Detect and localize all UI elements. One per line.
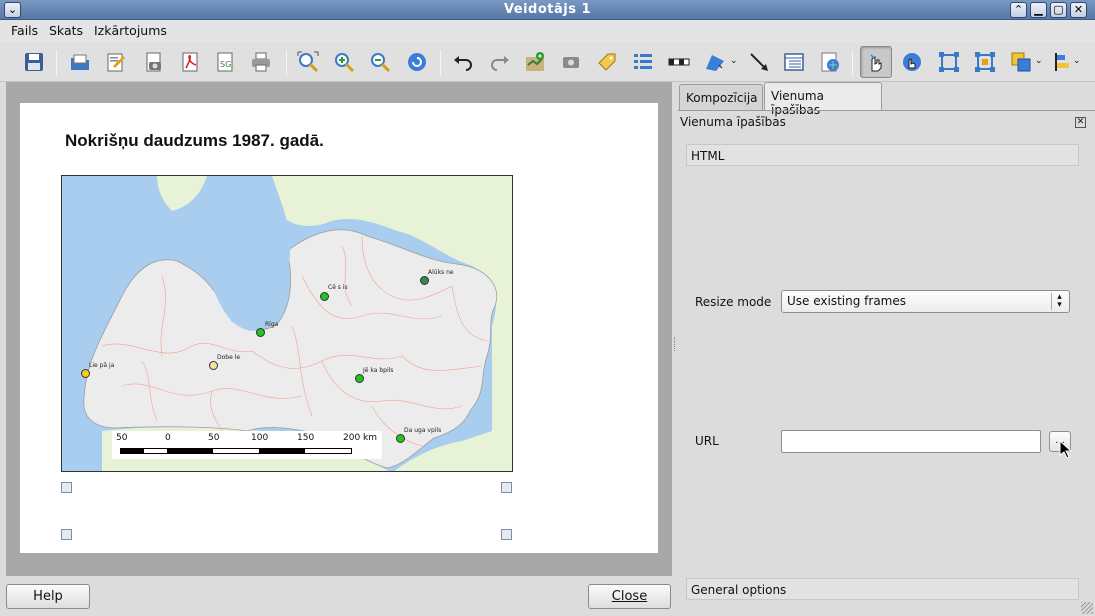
chevron-up-icon: ⌃ (1013, 3, 1024, 16)
print-icon[interactable] (247, 48, 275, 76)
add-legend-icon[interactable] (629, 48, 657, 76)
scalebar-tick: 50 (208, 433, 220, 443)
save-template-icon[interactable] (102, 48, 130, 76)
selection-handle[interactable] (501, 529, 512, 540)
composer-canvas[interactable]: Nokrišņu daudzums 1987. gadā. Alūks ne C… (6, 82, 672, 576)
select-arrows-icon: ▴ ▾ (1051, 293, 1067, 310)
close-icon: ✕ (1073, 3, 1084, 16)
item-properties-panel: Kompozīcija Vienuma īpašības Vienuma īpa… (678, 82, 1095, 616)
close-icon[interactable]: ✕ (1075, 117, 1086, 128)
select-move-icon[interactable] (860, 46, 892, 78)
close-button[interactable]: Close (588, 584, 671, 609)
refresh-icon[interactable] (403, 48, 431, 76)
window-title: Veidotājs 1 (503, 2, 592, 17)
maximize-button[interactable]: ▢ (1050, 2, 1067, 18)
url-input[interactable] (781, 430, 1041, 453)
city-label-aluksne: Alūks ne (428, 269, 454, 276)
window-titlebar: ⌄ Veidotājs 1 ⌃ ▁ ▢ ✕ (0, 0, 1095, 20)
city-label-daugavpils: Da uga vpils (404, 427, 442, 434)
add-map-icon[interactable] (521, 48, 549, 76)
open-template-icon[interactable] (66, 48, 94, 76)
export-image-icon[interactable] (140, 48, 168, 76)
menu-fails[interactable]: Fails (11, 23, 38, 38)
composition-title[interactable]: Nokrišņu daudzums 1987. gadā. (65, 131, 324, 151)
add-label-icon[interactable] (593, 48, 621, 76)
align-items-dropdown[interactable]: ⌄ (1073, 56, 1081, 66)
mouse-cursor-icon (1059, 439, 1073, 459)
city-marker-liepaja (81, 369, 90, 378)
ungroup-icon[interactable] (971, 48, 999, 76)
map-item[interactable]: Alūks ne Cē s is Rīga Dobe le Lie pā ja … (61, 175, 513, 472)
scalebar-bar (120, 448, 352, 454)
zoom-in-icon[interactable] (330, 48, 358, 76)
tab-composition[interactable]: Kompozīcija (679, 84, 763, 110)
scalebar-tick: 0 (165, 433, 171, 443)
city-marker-riga (256, 328, 265, 337)
save-icon[interactable] (20, 48, 48, 76)
composition-page[interactable]: Nokrišņu daudzums 1987. gadā. Alūks ne C… (20, 103, 658, 553)
svg-text:SG: SG (220, 60, 231, 69)
menu-izkartojums[interactable]: Izkārtojums (94, 23, 167, 38)
minimize-button[interactable]: ▁ (1030, 2, 1047, 18)
city-marker-cesis (320, 292, 329, 301)
export-pdf-icon[interactable] (176, 48, 204, 76)
resize-grip-icon[interactable] (1081, 602, 1093, 614)
raise-items-dropdown[interactable]: ⌄ (1035, 56, 1043, 66)
add-image-icon[interactable] (557, 48, 585, 76)
city-label-dobele: Dobe le (217, 354, 241, 361)
toolbar: SG ⌄ ⌄ ⌄ (0, 42, 1095, 82)
help-button[interactable]: Help (6, 584, 90, 609)
scalebar: 50 0 50 100 150 200 km (112, 431, 382, 459)
zoom-out-icon[interactable] (366, 48, 394, 76)
zoom-full-icon[interactable] (294, 48, 322, 76)
selection-handle[interactable] (61, 482, 72, 493)
url-label: URL (695, 434, 719, 448)
city-marker-dobele (209, 361, 218, 370)
close-window-button[interactable]: ✕ (1070, 2, 1087, 18)
section-html[interactable]: HTML (686, 144, 1079, 166)
redo-icon[interactable] (486, 48, 514, 76)
export-svg-icon[interactable]: SG (211, 48, 239, 76)
add-table-icon[interactable] (780, 48, 808, 76)
scalebar-tick: 150 (297, 433, 315, 443)
add-shape-dropdown[interactable]: ⌄ (730, 56, 738, 66)
city-label-liepaja: Lie pā ja (89, 362, 115, 369)
add-shape-icon[interactable] (701, 48, 729, 76)
group-icon[interactable] (935, 48, 963, 76)
tab-item-properties[interactable]: Vienuma īpašības (764, 82, 882, 117)
add-html-icon[interactable] (816, 48, 844, 76)
selection-handle[interactable] (501, 482, 512, 493)
city-marker-daugavpils (396, 434, 405, 443)
maximize-icon: ▢ (1053, 3, 1064, 16)
city-label-jekabpils: Jē ka bpils (363, 367, 394, 374)
city-marker-aluksne (420, 276, 429, 285)
resize-mode-select[interactable]: Use existing frames ▴ ▾ (781, 290, 1070, 313)
add-arrow-icon[interactable] (745, 48, 773, 76)
add-scalebar-icon[interactable] (665, 48, 693, 76)
raise-items-icon[interactable] (1007, 48, 1035, 76)
panel-header: Vienuma īpašības (680, 115, 786, 129)
scalebar-tick: 50 (116, 433, 128, 443)
city-marker-jekabpils (355, 374, 364, 383)
city-label-riga: Rīga (265, 321, 279, 328)
scalebar-tick: 100 (251, 433, 269, 443)
selection-handle[interactable] (61, 529, 72, 540)
map-drawing (62, 176, 512, 471)
resize-mode-value: Use existing frames (787, 294, 907, 308)
section-general-options[interactable]: General options (686, 578, 1079, 600)
menubar: Fails Skats Izkārtojums (0, 20, 1095, 42)
menu-skats[interactable]: Skats (49, 23, 83, 38)
move-content-icon[interactable] (898, 48, 926, 76)
scalebar-tick: 200 km (343, 433, 378, 443)
shade-button[interactable]: ⌃ (1010, 2, 1027, 18)
undo-icon[interactable] (449, 48, 477, 76)
resize-mode-label: Resize mode (695, 295, 772, 309)
minimize-icon: ▁ (1034, 3, 1043, 16)
city-label-cesis: Cē s is (328, 284, 348, 291)
